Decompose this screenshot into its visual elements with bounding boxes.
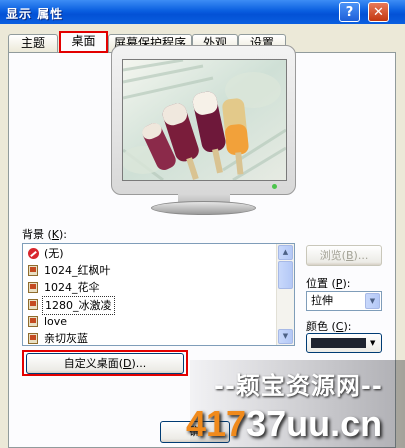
help-button[interactable]: ? [339, 2, 360, 22]
bitmap-icon [28, 282, 38, 293]
list-item[interactable]: 1024_花伞 [25, 279, 275, 296]
list-item[interactable]: 1024_红枫叶 [25, 262, 275, 279]
browse-button[interactable]: 浏览(B)... [306, 245, 382, 266]
bitmap-icon [28, 333, 38, 344]
question-icon: ? [345, 5, 354, 20]
customize-desktop-button[interactable]: 自定义桌面(D)... [26, 353, 184, 374]
scroll-up-button[interactable]: ▲ [278, 245, 293, 260]
color-swatch [311, 338, 366, 348]
chevron-down-icon: ▼ [370, 339, 376, 347]
list-item[interactable]: 亲切灰蓝 [25, 330, 275, 345]
color-label: 颜色 (C): [306, 320, 352, 333]
monitor-preview [111, 45, 296, 225]
bitmap-icon [28, 299, 38, 310]
list-item[interactable]: love [25, 313, 275, 330]
bitmap-icon [28, 265, 38, 276]
none-icon [28, 248, 39, 259]
close-icon: ✕ [373, 5, 384, 20]
watermark-text: --颖宝资源网-- [214, 372, 383, 400]
title-bar[interactable]: 显示 属性 ? ✕ [0, 0, 405, 24]
wallpaper-preview [122, 59, 287, 181]
scroll-down-button[interactable]: ▼ [278, 329, 293, 344]
watermark-url: 41737uu.cn [186, 403, 383, 444]
background-label: 背景 (K): [22, 228, 68, 241]
list-item-selected[interactable]: 1280_冰激凌 [25, 296, 275, 315]
position-select[interactable]: 拉伸 ▼ [306, 291, 382, 311]
close-button[interactable]: ✕ [368, 2, 389, 22]
window-title: 显示 属性 [6, 7, 64, 21]
bitmap-icon [28, 316, 38, 327]
position-label: 位置 (P): [306, 277, 351, 290]
power-led [272, 184, 277, 189]
monitor-base [151, 201, 256, 215]
vertical-scrollbar[interactable]: ▲ ▼ [276, 244, 294, 345]
color-picker-button[interactable]: ▼ [306, 333, 382, 353]
position-value: 拉伸 [311, 294, 333, 307]
background-listbox[interactable]: (无) 1024_红枫叶 1024_花伞 1280_冰激凌 love 亲切灰蓝 … [22, 243, 295, 346]
tab-theme[interactable]: 主题 [8, 34, 58, 52]
tab-desktop[interactable]: 桌面 [59, 31, 108, 53]
monitor-frame [111, 45, 296, 195]
scroll-thumb[interactable] [278, 261, 293, 289]
list-item[interactable]: (无) [25, 245, 275, 262]
ice-pops-image [123, 60, 286, 180]
chevron-down-icon[interactable]: ▼ [365, 293, 380, 309]
